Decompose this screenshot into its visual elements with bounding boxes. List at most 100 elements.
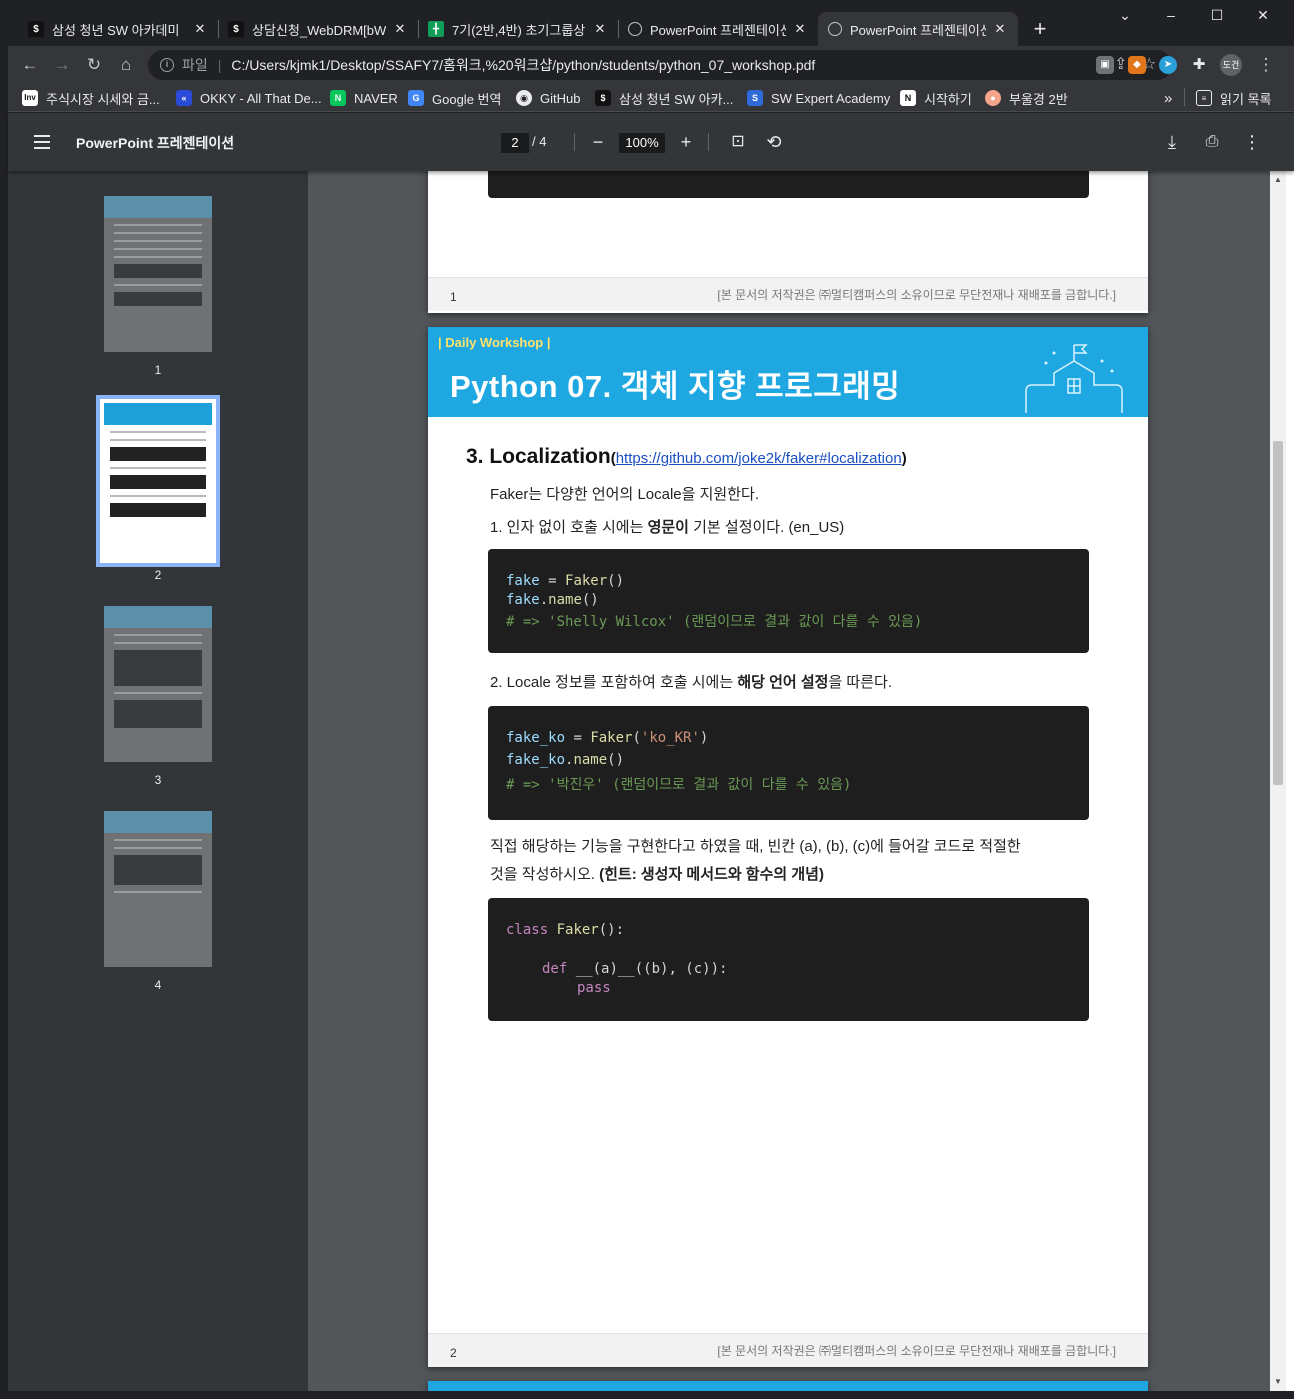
bookmarks-overflow-button[interactable]: » [1164, 88, 1172, 108]
zoom-input[interactable]: 100% [619, 133, 665, 153]
page-thumbnail-3[interactable] [104, 606, 212, 762]
pdf-page-1: 1 [본 문서의 저작권은 ㈜멀티캠퍼스의 소유이므로 무단전재나 재배포를 금… [428, 171, 1148, 313]
forward-arrow-icon[interactable]: → [48, 51, 76, 79]
metamask-icon[interactable]: ◆ [1128, 56, 1146, 74]
ssafy-icon: $ [595, 90, 611, 106]
thumbnail-number: 2 [154, 568, 162, 582]
bookmark-item[interactable]: « OKKY - All That De... [176, 88, 322, 108]
tab-ssafy[interactable]: $ 삼성 청년 SW 아카데미 ✕ [18, 12, 218, 46]
bookmark-item[interactable]: ● 부울경 2반 [985, 88, 1068, 108]
task-text-part: 것을 작성하시오. [490, 866, 600, 883]
banner-tag: | Daily Workshop | [438, 335, 551, 350]
item-1: 1. 인자 없이 호출 시에는 영문이 기본 설정이다. (en_US) [490, 514, 844, 542]
window-close-icon[interactable]: ✕ [1240, 0, 1286, 30]
code-line: def __(a)__((b), (c)): [542, 961, 728, 977]
sheets-icon: ╋ [428, 21, 444, 37]
rotate-icon[interactable]: ⟲ [762, 130, 786, 154]
thumbnail-number: 4 [154, 978, 162, 992]
download-icon[interactable]: ⤓ [1160, 130, 1184, 154]
close-icon[interactable]: ✕ [592, 21, 608, 37]
info-icon[interactable]: i [160, 58, 174, 72]
reload-icon[interactable]: ↻ [80, 51, 108, 79]
url-text[interactable]: C:/Users/kjmk1/Desktop/SSAFY7/홈워크,%20워크샵… [231, 55, 815, 75]
bookmark-item[interactable]: $ 삼성 청년 SW 아카... [595, 88, 733, 108]
bookmark-item[interactable]: G Google 번역 [408, 88, 501, 108]
avatar[interactable]: 도건 [1220, 54, 1242, 76]
back-arrow-icon[interactable]: ← [16, 51, 44, 79]
page-footer: 2 [본 문서의 저작권은 ㈜멀티캠퍼스의 소유이므로 무단전재나 재배포를 금… [428, 1333, 1148, 1367]
menu-icon[interactable] [34, 135, 50, 149]
task-line-2: 것을 작성하시오. (힌트: 생성자 메서드와 함수의 개념) [490, 861, 1021, 889]
divider [574, 133, 575, 151]
reading-list-button[interactable]: ≡ 읽기 목록 [1196, 88, 1271, 108]
task-hint: (힌트: 생성자 메서드와 함수의 개념) [599, 866, 824, 883]
zoom-in-icon[interactable]: + [674, 130, 698, 154]
kebab-menu-icon[interactable]: ⋮ [1252, 51, 1280, 79]
bookmark-item[interactable]: N 시작하기 [900, 88, 972, 108]
page-thumbnail-2[interactable] [96, 395, 220, 567]
thumbnail-sidebar: 1 2 3 4 [8, 171, 308, 1391]
code-line: class Faker(): [506, 922, 625, 938]
bookmark-label: 부울경 2반 [1009, 91, 1068, 107]
telegram-icon[interactable]: ➤ [1159, 56, 1177, 74]
print-icon[interactable]: ⎙ [1200, 130, 1224, 154]
tab-pdf-1[interactable]: PowerPoint 프레젠테이션 ✕ [618, 12, 818, 46]
minimize-icon[interactable]: – [1148, 0, 1194, 30]
extension-icon[interactable]: ▣ [1096, 56, 1114, 74]
tab-webdrm[interactable]: $ 상담신청_WebDRM[bWv] ✕ [218, 12, 418, 46]
share-icon[interactable]: ⇪ [1114, 50, 1127, 80]
divider: | [217, 57, 222, 73]
address-bar[interactable]: i 파일 | C:/Users/kjmk1/Desktop/SSAFY7/홈워크… [148, 50, 1172, 80]
close-icon[interactable]: ✕ [792, 21, 808, 37]
page-number-input[interactable]: 2 [501, 133, 529, 153]
page-thumbnail-1[interactable] [104, 196, 212, 352]
home-icon[interactable]: ⌂ [112, 51, 140, 79]
intro-text: Faker는 다양한 언어의 Locale을 지원한다. [490, 486, 759, 503]
bookmark-item[interactable]: Inv 주식시장 시세와 금... [22, 88, 160, 108]
bookmark-label: 삼성 청년 SW 아카... [619, 91, 734, 107]
pdf-toolbar: PowerPoint 프레젠테이션 2 / 4 − 100% + ⊡ ⟲ ⤓ ⎙… [8, 113, 1294, 171]
globe-icon [628, 22, 642, 36]
task-text: 직접 해당하는 기능을 구현한다고 하였을 때, 빈칸 (a), (b), (c… [490, 833, 1021, 889]
tab-sheets[interactable]: ╋ 7기(2반,4반) 초기그룹상담 ✕ [418, 12, 618, 46]
reading-list-icon: ≡ [1196, 90, 1212, 106]
close-icon[interactable]: ✕ [392, 21, 408, 37]
tab-search-icon[interactable]: ⌄ [1102, 0, 1148, 30]
scrollbar[interactable]: ▲ ▼ [1270, 171, 1286, 1391]
fit-page-icon[interactable]: ⊡ [726, 130, 750, 154]
zoom-out-icon[interactable]: − [586, 130, 610, 154]
window-left-edge [0, 0, 8, 1399]
code-line: fake = Faker() [506, 573, 625, 589]
divider [708, 133, 709, 151]
code-comment: # => 'Shelly Wilcox' (랜덤이므로 결과 값이 다를 수 있… [506, 614, 923, 630]
item-emphasis: 영문이 [647, 519, 689, 536]
code-block-3: class Faker(): def __(a)__((b), (c)): pa… [488, 898, 1089, 1021]
close-icon[interactable]: ✕ [992, 21, 1008, 37]
notion-icon: N [900, 90, 916, 106]
page-thumbnail-4[interactable] [104, 811, 212, 967]
school-flag-icon [1025, 344, 1123, 413]
window-right-edge [1286, 113, 1294, 1399]
code-line: fake_ko.name() [506, 752, 625, 768]
extensions-puzzle-icon[interactable]: ✚ [1190, 56, 1208, 74]
window-bottom-edge [0, 1391, 1294, 1399]
paren: ) [901, 450, 907, 467]
page-total: / 4 [532, 134, 547, 149]
code-block-2: fake_ko = Faker('ko_KR') fake_ko.name() … [488, 706, 1089, 820]
pdf-page-2: | Daily Workshop | Python 07. 객체 지향 프로그래… [428, 327, 1148, 1367]
new-tab-icon[interactable]: + [1026, 16, 1054, 44]
bookmark-item[interactable]: N NAVER [330, 88, 398, 108]
localization-link[interactable]: https://github.com/joke2k/faker#localiza… [616, 450, 902, 467]
scrollbar-thumb[interactable] [1273, 441, 1283, 785]
bookmark-label: NAVER [354, 90, 398, 106]
maximize-icon[interactable]: ☐ [1194, 0, 1240, 30]
more-actions-icon[interactable]: ⋮ [1240, 130, 1264, 154]
close-icon[interactable]: ✕ [192, 21, 208, 37]
pdf-viewer: 1 [본 문서의 저작권은 ㈜멀티캠퍼스의 소유이므로 무단전재나 재배포를 금… [308, 171, 1270, 1391]
pdf-page-3 [428, 1381, 1148, 1391]
tab-pdf-active[interactable]: PowerPoint 프레젠테이션 ✕ [818, 12, 1018, 46]
bookmark-item[interactable]: S SW Expert Academy [747, 88, 890, 108]
scroll-up-icon[interactable]: ▲ [1274, 175, 1282, 184]
scroll-down-icon[interactable]: ▼ [1274, 1377, 1282, 1386]
bookmark-item[interactable]: ◉ GitHub [516, 88, 580, 108]
